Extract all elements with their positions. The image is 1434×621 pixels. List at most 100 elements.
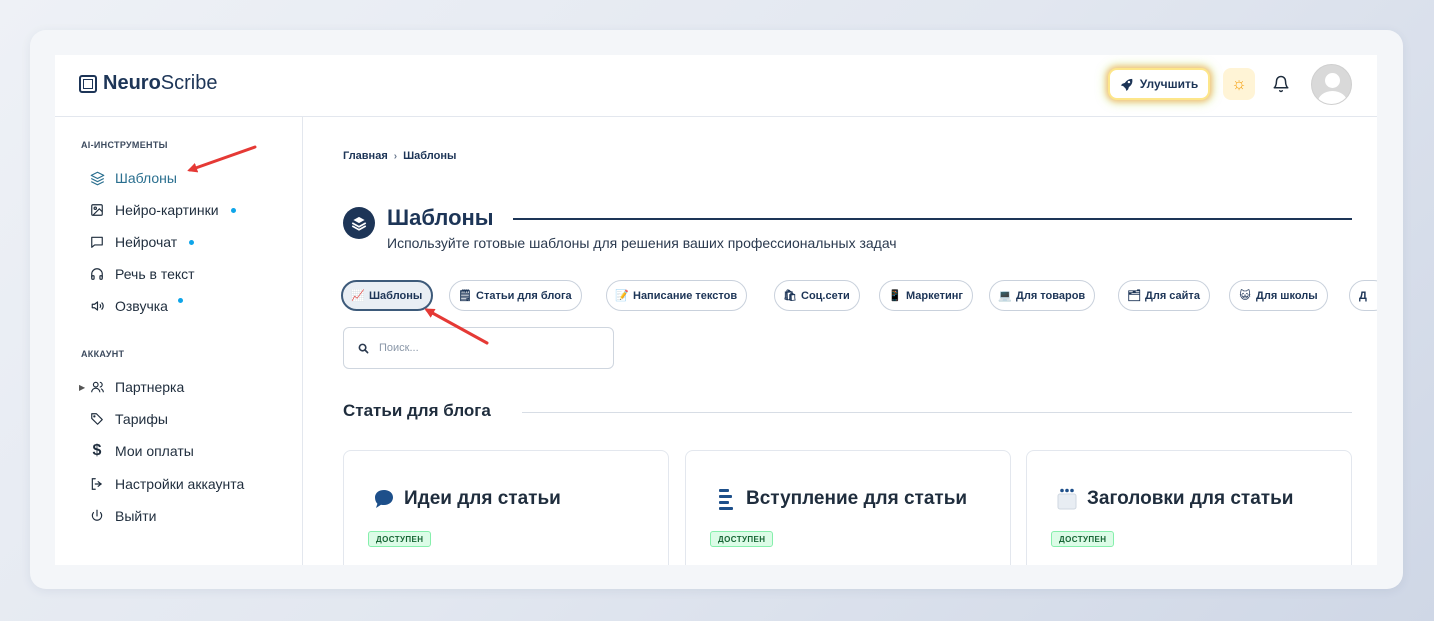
card-title-text: Вступление для статьи [746,488,968,509]
cat-face-icon: 😺 [1239,290,1251,302]
image-icon [89,202,105,218]
text-lines-icon [714,487,738,511]
sidebar-item-voiceover[interactable]: Озвучка [89,295,183,317]
upgrade-label: Улучшить [1139,77,1199,91]
logout-arrow-icon [89,476,105,492]
app-window: NeuroScribe Улучшить ☼ AI-ИНСТРУМЕНТЫ Ша… [55,55,1377,565]
card-title: Вступление для статьи [714,487,967,511]
upgrade-button[interactable]: Улучшить [1108,68,1210,100]
top-header: NeuroScribe Улучшить ☼ [55,55,1377,117]
theme-toggle-sun-icon[interactable]: ☼ [1223,68,1255,100]
user-avatar[interactable] [1311,64,1352,105]
chip-templates[interactable]: 📈 Шаблоны [341,280,434,311]
new-indicator-dot [177,297,183,303]
section-heading: Статьи для блога [343,401,491,420]
chip-blog-articles[interactable]: 🗒 Статьи для блога [449,280,582,311]
logo-rest-text: Scribe [160,72,218,94]
breadcrumb-separator: › [393,150,398,162]
expand-caret-icon[interactable]: ▶ [79,383,85,392]
status-badge: ДОСТУПЕН [710,531,774,547]
chip-label: Д [1359,289,1367,302]
logo-bold-text: Neuro [103,72,161,94]
chip-label: Для товаров [1016,289,1086,302]
chip-label: Соц.сети [801,289,850,302]
page-title: Шаблоны [387,205,494,230]
speech-bubble-icon [372,487,396,511]
sidebar-item-neuro-images[interactable]: Нейро-картинки [89,199,236,221]
shopping-bags-icon: 🛍 [783,290,797,302]
category-chips: 📈 Шаблоны 🗒 Статьи для блога 📝 Написание те… [341,280,1377,312]
chip-label: Для школы [1256,289,1318,302]
chip-label: Маркетинг [906,289,963,302]
avatar-head-shape [1325,73,1340,88]
title-divider [513,218,1352,220]
chip-for-school[interactable]: 😺 Для школы [1229,280,1328,311]
sidebar-item-speech-to-text[interactable]: Речь в текст [89,263,195,285]
new-indicator-dot [230,207,236,213]
search-input[interactable] [379,342,599,354]
main-content: Главная › Шаблоны Шаблоны Используйте го… [304,117,1377,565]
rocket-icon [1120,78,1133,91]
sidebar-item-templates[interactable]: Шаблоны [89,167,177,189]
sidebar-section-account: АККАУНТ [81,349,125,359]
section-divider [522,412,1352,413]
card-index-icon: 🗂 [1127,290,1141,302]
dollar-icon: $ [92,442,102,459]
breadcrumb-home-link[interactable]: Главная [343,150,388,162]
sidebar-item-neurochat[interactable]: Нейрочат [89,231,195,253]
power-icon [89,508,105,524]
sidebar-item-account-settings[interactable]: Настройки аккаунта [89,473,244,495]
notifications-bell-icon[interactable] [1268,71,1294,97]
chip-for-website[interactable]: 🗂 Для сайта [1118,280,1210,311]
sidebar-section-tools: AI-ИНСТРУМЕНТЫ [81,140,168,150]
sidebar-item-label: Партнерка [115,379,185,395]
new-indicator-dot [189,239,195,245]
chip-label: Шаблоны [369,289,423,302]
sidebar: AI-ИНСТРУМЕНТЫ Шаблоны Нейро-картинки Не… [55,117,303,565]
sidebar-item-label: Шаблоны [115,170,177,186]
template-card-article-headlines[interactable]: Заголовки для статьи ДОСТУПЕН [1026,450,1352,565]
status-badge: ДОСТУПЕН [1051,531,1115,547]
logo-icon [79,74,97,93]
chip-social-media[interactable]: 🛍 Соц.сети [774,280,860,311]
sidebar-item-logout[interactable]: Выйти [89,505,156,527]
notepad-icon: 🗒 [458,290,472,302]
chip-label: Статьи для блога [476,289,572,302]
layers-icon [343,207,375,239]
card-title-text: Идеи для статьи [404,488,561,509]
avatar-body-shape [1318,91,1347,104]
sidebar-item-label: Речь в текст [115,266,195,282]
sidebar-item-tariffs[interactable]: Тарифы [89,408,168,430]
speaker-icon [89,298,105,314]
chip-more-truncated[interactable]: Д [1349,280,1377,311]
headphones-icon [89,266,105,282]
search-box [343,327,614,369]
card-title-text: Заголовки для статьи [1087,488,1294,509]
users-icon [89,379,105,395]
template-card-article-intro[interactable]: Вступление для статьи ДОСТУПЕН [685,450,1011,565]
chat-icon [89,234,105,250]
chip-marketing[interactable]: 📱 Маркетинг [879,280,973,311]
clapper-icon [1055,487,1079,511]
layers-icon [89,170,105,186]
status-badge: ДОСТУПЕН [368,531,432,547]
sidebar-item-my-payments[interactable]: $ Мои оплаты [89,440,194,462]
chip-for-products[interactable]: 💻 Для товаров [989,280,1096,311]
breadcrumb: Главная › Шаблоны [343,150,456,162]
chip-writing-texts[interactable]: 📝 Написание текстов [606,280,748,311]
sidebar-item-label: Нейро-картинки [115,202,219,218]
card-title: Заголовки для статьи [1055,487,1293,511]
page-subtitle: Используйте готовые шаблоны для решения … [387,235,897,251]
logo[interactable]: NeuroScribe [79,72,218,95]
breadcrumb-current: Шаблоны [403,150,457,162]
chip-label: Написание текстов [633,289,738,302]
sidebar-item-label: Выйти [115,508,157,524]
card-title: Идеи для статьи [372,487,561,511]
chip-label: Для сайта [1145,289,1200,302]
sidebar-item-label: Тарифы [115,411,168,427]
sidebar-item-label: Мои оплаты [115,443,194,459]
template-card-article-ideas[interactable]: Идеи для статьи ДОСТУПЕН [343,450,669,565]
sidebar-item-partners[interactable]: Партнерка [89,376,184,398]
chart-up-icon: 📈 [351,290,365,302]
laptop-icon: 💻 [998,290,1012,302]
